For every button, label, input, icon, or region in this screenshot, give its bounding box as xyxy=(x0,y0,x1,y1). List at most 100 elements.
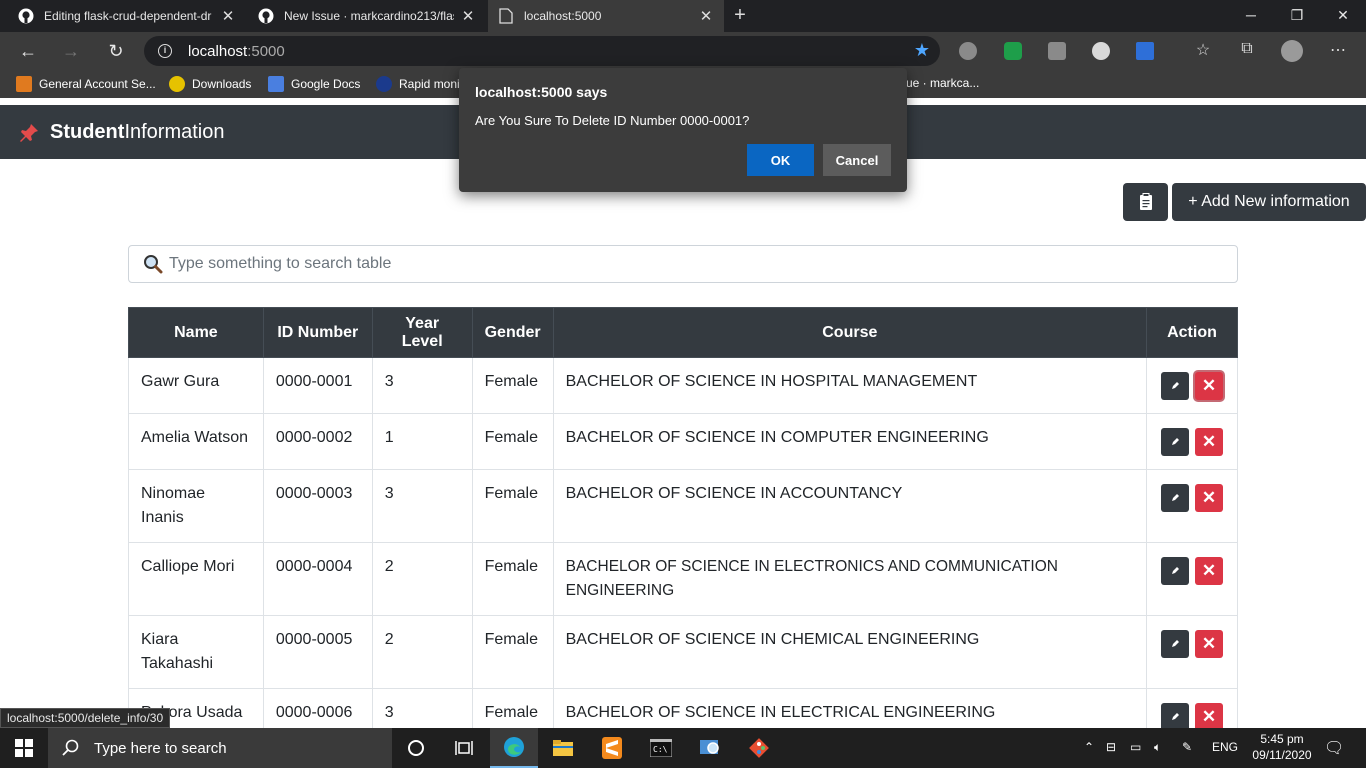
taskbar-clock[interactable]: 5:45 pm 09/11/2020 xyxy=(1240,731,1324,763)
cancel-button[interactable]: Cancel xyxy=(823,144,891,176)
header-course: Course xyxy=(552,307,1147,358)
tab-editing-flask[interactable]: Editing flask-crud-dependent-dr ✕ xyxy=(8,0,246,32)
cell-name: Calliope Mori xyxy=(128,542,264,616)
network-icon[interactable]: ⊟ xyxy=(1106,740,1116,754)
pen-icon[interactable]: ✎ xyxy=(1182,740,1192,754)
restore-button[interactable]: ❐ xyxy=(1274,0,1320,32)
edit-button[interactable] xyxy=(1160,428,1189,456)
git-app-button[interactable] xyxy=(735,728,783,768)
favorites-icon[interactable]: ☆ xyxy=(1192,40,1214,60)
taskbar-search[interactable]: Type here to search xyxy=(48,728,392,768)
file-explorer-button[interactable] xyxy=(539,728,587,768)
close-window-button[interactable]: ✕ xyxy=(1320,0,1366,32)
back-icon[interactable]: ← xyxy=(15,38,41,64)
table-row: Kiara Takahashi 0000-0005 2 Female BACHE… xyxy=(128,615,1239,689)
delete-button[interactable]: ✕ xyxy=(1194,630,1223,658)
reload-icon[interactable]: ↻ xyxy=(103,38,129,64)
cell-id: 0000-0004 xyxy=(262,542,373,616)
start-button[interactable] xyxy=(0,728,48,768)
clipboard-button[interactable] xyxy=(1123,183,1168,221)
cell-action: ✕ xyxy=(1145,469,1239,543)
tab-new-issue[interactable]: New Issue · markcardino213/flas ✕ xyxy=(248,0,486,32)
edit-icon xyxy=(1171,382,1179,389)
edit-icon xyxy=(1171,640,1179,647)
address-url[interactable]: localhost:5000 xyxy=(188,43,285,60)
search-input[interactable] xyxy=(169,255,1169,273)
cell-year: 3 xyxy=(371,469,473,543)
show-hidden-icons[interactable]: ⌃ xyxy=(1084,740,1094,754)
search-icon xyxy=(62,739,79,756)
cell-name: Ninomae Inanis xyxy=(128,469,264,543)
cell-gender: Female xyxy=(471,357,554,414)
clipboard-icon xyxy=(1139,193,1152,210)
orange-extension-icon[interactable] xyxy=(1092,42,1110,60)
collections-icon[interactable]: ⧉ xyxy=(1236,40,1258,58)
add-new-information-button[interactable]: + Add New information xyxy=(1172,183,1366,221)
favorite-star-icon[interactable]: ★ xyxy=(914,40,930,61)
brand-rest: Information xyxy=(124,121,225,143)
more-menu-icon[interactable]: ⋯ xyxy=(1327,40,1349,60)
bookmark-rapid-moni[interactable]: Rapid moni xyxy=(376,76,460,92)
delete-x-icon: ✕ xyxy=(1201,561,1217,580)
page-icon xyxy=(498,8,514,24)
forward-icon[interactable]: → xyxy=(58,38,84,64)
info-icon[interactable]: i xyxy=(158,44,172,58)
edit-icon xyxy=(1171,713,1179,720)
github-icon xyxy=(258,8,274,24)
tab-title: localhost:5000 xyxy=(524,9,602,23)
edit-button[interactable] xyxy=(1160,557,1189,585)
task-view-button[interactable] xyxy=(440,728,488,768)
github-icon xyxy=(18,8,34,24)
edit-button[interactable] xyxy=(1160,630,1189,658)
status-url: localhost:5000/delete_info/30 xyxy=(0,708,171,728)
language-indicator[interactable]: ENG xyxy=(1212,740,1238,754)
delete-button[interactable]: ✕ xyxy=(1194,484,1223,512)
cell-action: ✕ xyxy=(1145,615,1239,689)
new-tab-button[interactable]: + xyxy=(728,4,752,28)
minimize-button[interactable]: ─ xyxy=(1228,0,1274,32)
terminal-button[interactable]: C:\ xyxy=(637,728,685,768)
table-header-row: Name ID Number Year Level Gender Course … xyxy=(128,307,1239,358)
network-status-icon[interactable]: ▭ xyxy=(1130,740,1141,754)
cell-name: Gawr Gura xyxy=(128,357,264,414)
profile-avatar-icon[interactable] xyxy=(1281,40,1303,62)
bookmark-downloads[interactable]: Downloads xyxy=(169,76,251,92)
windows-logo-icon xyxy=(15,739,33,757)
delete-button[interactable]: ✕ xyxy=(1194,428,1223,456)
table-row: Amelia Watson 0000-0002 1 Female BACHELO… xyxy=(128,413,1239,470)
brand-logo[interactable]: Student Information xyxy=(18,121,225,144)
tab-localhost[interactable]: localhost:5000 ✕ xyxy=(488,0,724,32)
cortana-button[interactable] xyxy=(392,728,440,768)
edge-taskbar-button[interactable] xyxy=(490,728,538,768)
bookmark-google-docs[interactable]: Google Docs xyxy=(268,76,360,92)
notifications-icon[interactable]: 🗨︎ xyxy=(1324,738,1344,758)
cell-action: ✕ xyxy=(1145,357,1239,414)
lock-extension-icon[interactable] xyxy=(1048,42,1066,60)
table-search[interactable] xyxy=(128,245,1238,283)
cell-action: ✕ xyxy=(1145,542,1239,616)
close-icon[interactable]: ✕ xyxy=(698,7,714,25)
header-name: Name xyxy=(128,307,264,358)
volume-icon[interactable]: 🔈︎ xyxy=(1154,740,1161,755)
pen-extension-icon[interactable] xyxy=(1136,42,1154,60)
close-icon[interactable]: ✕ xyxy=(460,7,476,25)
address-bar[interactable]: i localhost:5000 ★ xyxy=(144,36,940,66)
edit-button[interactable] xyxy=(1160,484,1189,512)
close-icon[interactable]: ✕ xyxy=(220,7,236,25)
bookmark-icon xyxy=(169,76,185,92)
shield-extension-icon[interactable] xyxy=(1004,42,1022,60)
ok-button[interactable]: OK xyxy=(747,144,814,176)
edit-button[interactable] xyxy=(1160,372,1189,400)
edit-icon xyxy=(1171,494,1179,501)
bookmark-issue[interactable]: ue · markca... xyxy=(906,76,979,90)
cell-course: BACHELOR OF SCIENCE IN COMPUTER ENGINEER… xyxy=(552,413,1147,470)
delete-button[interactable]: ✕ xyxy=(1194,372,1223,400)
bookmark-general-account[interactable]: General Account Se... xyxy=(16,76,156,92)
clock-date: 09/11/2020 xyxy=(1252,748,1312,762)
edit-button[interactable] xyxy=(1160,703,1189,731)
delete-button[interactable]: ✕ xyxy=(1194,557,1223,585)
globe-extension-icon[interactable] xyxy=(959,42,977,60)
magnifier-app-button[interactable] xyxy=(686,728,734,768)
sublime-text-button[interactable] xyxy=(588,728,636,768)
delete-button[interactable]: ✕ xyxy=(1194,703,1223,731)
